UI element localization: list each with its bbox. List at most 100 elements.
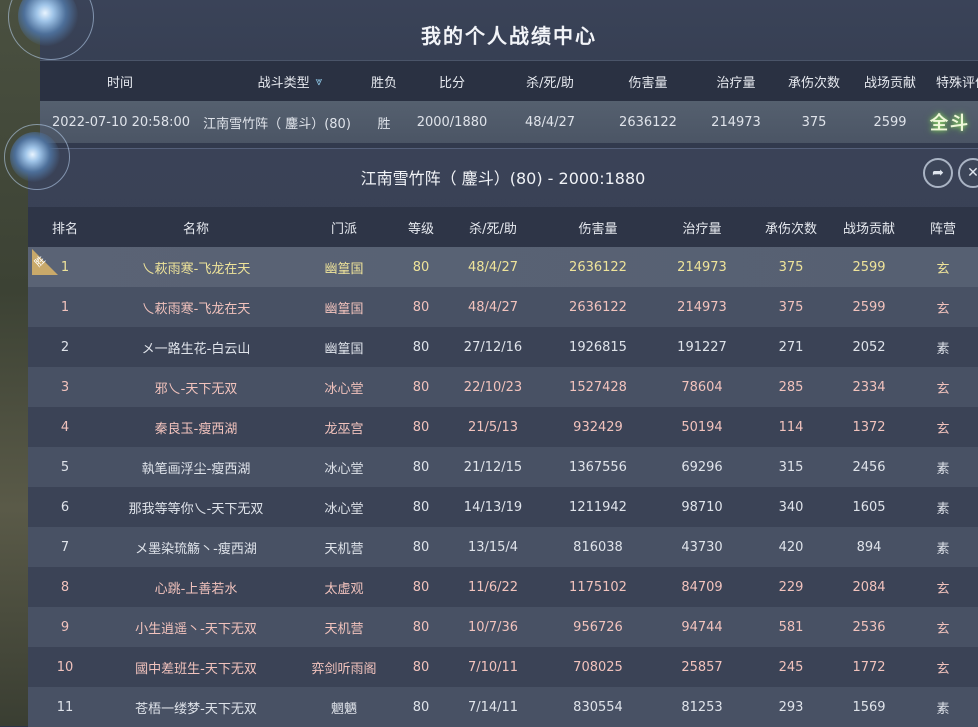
row-heal: 214973 [677,259,727,275]
table-row[interactable]: 10 國中差班生-天下无双 弈剑听雨阁 80 7/10/11 708025 25… [28,647,978,687]
row-kda: 10/7/36 [467,619,519,635]
row-name: 秦良玉-瘦西湖 [154,421,238,437]
row-kda: 13/15/4 [467,539,519,555]
row-damage: 2636122 [569,299,627,315]
row-school: 弈剑听雨阁 [311,661,377,677]
table-row[interactable]: 1 乀萩雨寒-飞龙在天 幽篁国 80 48/4/27 2636122 21497… [28,287,978,327]
row-kda: 21/12/15 [463,459,523,475]
row-taken: 285 [778,379,804,395]
row-rank: 5 [60,459,70,475]
special-rating-badge: 全斗 [920,101,978,143]
row-camp: 素 [936,341,950,357]
table-row[interactable]: 3 邪乀-天下无双 冰心堂 80 22/10/23 1527428 78604 … [28,367,978,407]
header-camp: 阵营 [929,221,956,237]
table-row[interactable]: 5 執笔画浮尘-瘦西湖 冰心堂 80 21/12/15 1367556 6929… [28,447,978,487]
row-damage: 1527428 [569,379,627,395]
row-heal: 98710 [681,499,723,515]
header-rank: 排名 [51,221,78,237]
row-contribution: 1372 [852,419,886,435]
row-heal: 69296 [681,459,723,475]
row-damage: 1211942 [569,499,627,515]
record-heal: 214973 [711,114,761,130]
header-contribution: 战场贡献 [863,75,916,91]
row-school: 冰心堂 [324,381,364,397]
header-score: 比分 [438,75,465,91]
record-score: 2000/1880 [416,114,488,130]
row-school: 龙巫宫 [324,421,364,437]
row-kda: 27/12/16 [463,339,523,355]
row-kda: 11/6/22 [467,579,519,595]
row-taken: 229 [778,579,804,595]
table-row[interactable]: 2 メ一路生花-白云山 幽篁国 80 27/12/16 1926815 1912… [28,327,978,367]
row-rank: 1 [60,299,70,315]
row-contribution: 1772 [852,659,886,675]
row-damage: 2636122 [569,259,627,275]
header-battle-type-label: 战斗类型 [257,75,310,91]
row-contribution: 2084 [852,579,886,595]
row-taken: 581 [778,619,804,635]
table-row[interactable]: 8 心跳-上善若水 太虚观 80 11/6/22 1175102 84709 2… [28,567,978,607]
table-row[interactable]: 9 小生逍遥丶-天下无双 天机营 80 10/7/36 956726 94744… [28,607,978,647]
row-rank: 7 [60,539,70,555]
row-name: 國中差班生-天下无双 [135,661,257,677]
share-button[interactable]: ➦ [923,158,953,188]
row-level: 80 [412,339,430,355]
filter-chevron-icon[interactable]: ⩔ [316,74,323,89]
record-taken: 375 [801,114,827,130]
row-camp: 素 [936,501,950,517]
row-heal: 81253 [681,699,723,715]
row-camp: 玄 [936,661,950,677]
row-school: 魍魉 [330,701,357,717]
row-rank: 8 [60,579,70,595]
header-time: 时间 [106,75,133,91]
row-heal: 84709 [681,579,723,595]
row-taken: 114 [778,419,804,435]
row-heal: 191227 [677,339,727,355]
record-damage: 2636122 [619,114,677,130]
row-heal: 50194 [681,419,723,435]
row-school: 幽篁国 [324,261,364,277]
row-camp: 素 [936,701,950,717]
row-school: 太虚观 [324,581,364,597]
row-damage: 816038 [573,539,623,555]
header-detail-heal: 治疗量 [682,221,722,237]
row-level: 80 [412,499,430,515]
ranking-table-header: 排名 名称 门派 等级 杀/死/助 伤害量 治疗量 承伤次数 战场贡献 阵营 [28,207,978,247]
row-school: 天机营 [324,621,364,637]
record-result: 胜 [377,116,391,132]
battle-detail-window: 江南雪竹阵（ 鏖斗）(80) - 2000:1880 ➦ ✕ 排名 名称 门派 … [28,148,978,727]
table-row[interactable]: 6 那我等等你乀-天下无双 冰心堂 80 14/13/19 1211942 98… [28,487,978,527]
header-result: 胜负 [370,75,397,91]
row-damage: 830554 [573,699,623,715]
table-row-self[interactable]: 胜 1 乀萩雨寒-飞龙在天 幽篁国 80 48/4/27 2636122 214… [28,247,978,287]
record-time: 2022-07-10 20:58:00 [51,114,191,130]
row-taken: 271 [778,339,804,355]
row-contribution: 2456 [852,459,886,475]
header-school: 门派 [330,221,357,237]
table-row[interactable]: 4 秦良玉-瘦西湖 龙巫宫 80 21/5/13 932429 50194 11… [28,407,978,447]
share-arrow-icon: ➦ [932,165,944,181]
row-kda: 7/14/11 [467,699,519,715]
row-kda: 7/10/11 [467,659,519,675]
row-rank: 11 [56,699,74,715]
row-camp: 玄 [936,261,950,277]
record-row[interactable]: 2022-07-10 20:58:00 江南雪竹阵（ 鏖斗）(80) 胜 200… [40,101,978,143]
row-contribution: 2052 [852,339,886,355]
row-camp: 玄 [936,381,950,397]
battle-detail-title: 江南雪竹阵（ 鏖斗）(80) - 2000:1880 [360,169,646,188]
row-damage: 932429 [573,419,623,435]
table-row[interactable]: 11 苍梧一缕梦-天下无双 魍魉 80 7/14/11 830554 81253… [28,687,978,727]
header-damage: 伤害量 [628,75,668,91]
row-heal: 78604 [681,379,723,395]
row-name: メ墨染琉觞丶-瘦西湖 [135,541,257,557]
row-heal: 43730 [681,539,723,555]
row-school: 天机营 [324,541,364,557]
row-contribution: 2599 [852,259,886,275]
row-damage: 1367556 [569,459,627,475]
orb-ring-decoration [4,124,70,190]
row-rank: 10 [56,659,74,675]
record-table-header: 时间 战斗类型 ⩔ 胜负 比分 杀/死/助 伤害量 治疗量 承伤次数 战场贡献 … [40,60,978,102]
row-taken: 375 [778,259,804,275]
table-row[interactable]: 7 メ墨染琉觞丶-瘦西湖 天机营 80 13/15/4 816038 43730… [28,527,978,567]
header-battle-type[interactable]: 战斗类型 ⩔ [235,61,345,101]
